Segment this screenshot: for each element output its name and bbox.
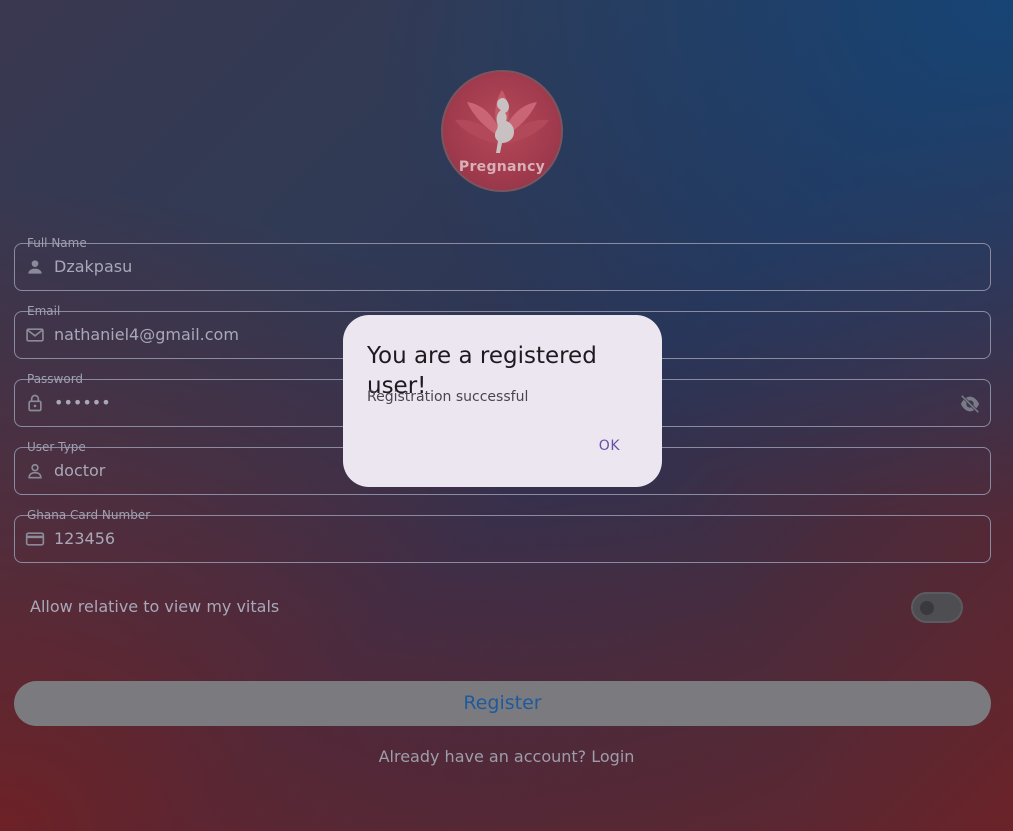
- dialog-message: Registration successful: [367, 389, 529, 405]
- page: Pregnancy Full Name Dzakpasu Email natha…: [0, 0, 1013, 831]
- success-dialog: You are a registered user! Registration …: [343, 315, 662, 487]
- ok-button[interactable]: OK: [599, 436, 620, 456]
